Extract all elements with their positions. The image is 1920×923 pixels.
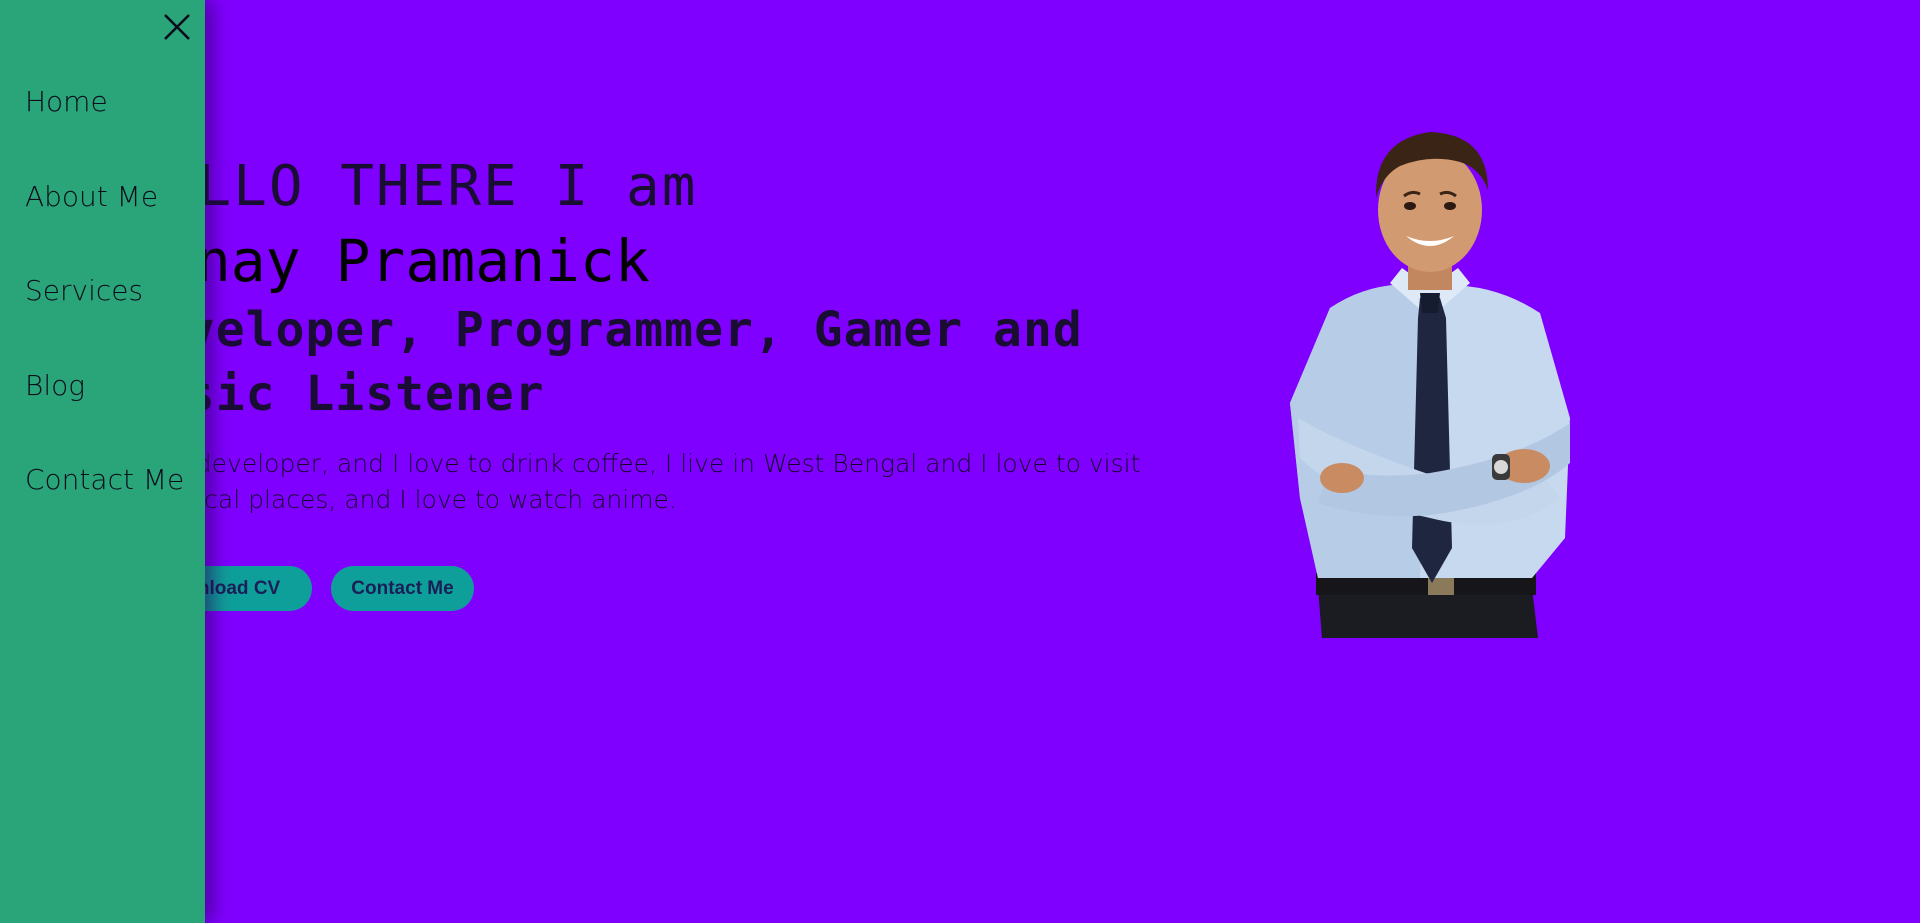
- contact-me-button[interactable]: Contact Me: [331, 566, 474, 611]
- menu-item-blog[interactable]: Blog: [25, 369, 85, 402]
- side-menu: Home About Me Services Blog Contact Me: [0, 0, 205, 923]
- close-icon: [164, 14, 190, 40]
- page: HELLO THERE I am Tanay Pramanick Develop…: [0, 0, 1920, 923]
- portrait-image: [1290, 132, 1570, 638]
- hero-roles: Developer, Programmer, Gamer and Music L…: [126, 302, 1083, 422]
- hero-greeting: HELLO THERE I am: [126, 154, 698, 219]
- hero-bio: I'm a developer, and I love to drink cof…: [126, 449, 1141, 514]
- menu-item-contact-me[interactable]: Contact Me: [25, 463, 184, 496]
- menu-item-about-me[interactable]: About Me: [25, 180, 158, 213]
- hero-section: HELLO THERE I am Tanay Pramanick Develop…: [0, 0, 1920, 923]
- menu-item-services[interactable]: Services: [25, 274, 143, 307]
- close-menu-button[interactable]: [160, 10, 194, 44]
- menu-item-home[interactable]: Home: [25, 85, 108, 118]
